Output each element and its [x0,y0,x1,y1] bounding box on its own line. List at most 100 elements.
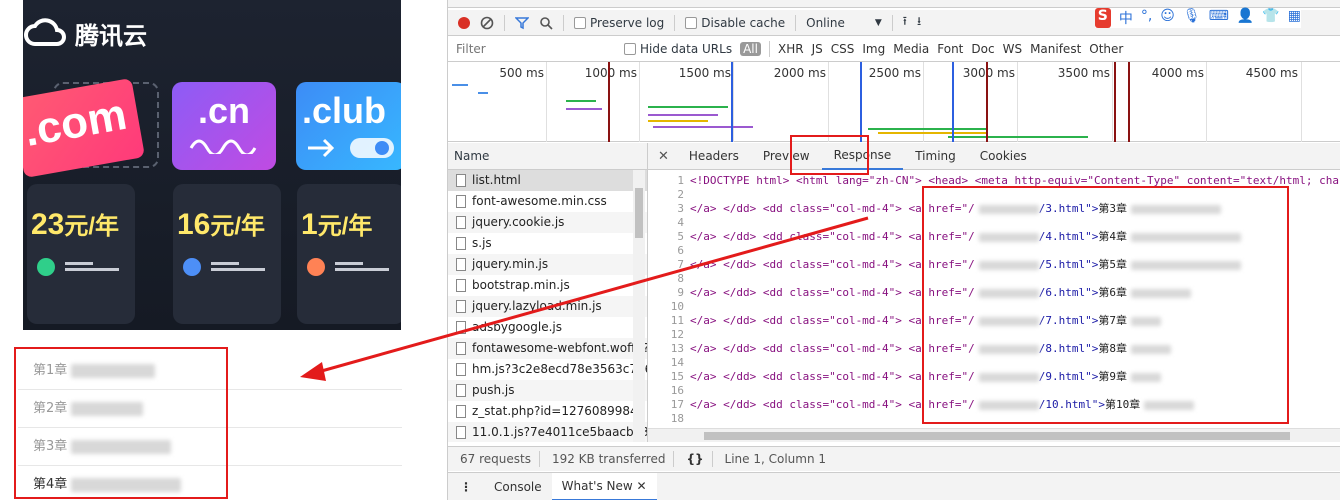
shirt-icon[interactable]: 👕 [1262,8,1279,28]
punctuation-icon[interactable]: °, [1141,8,1152,28]
timeline-tick: 3500 ms [1057,66,1110,80]
ad-banner[interactable]: 腾讯云 .com .cn .club 23元/年 16元/年 1元/年 [23,0,401,330]
detail-tabs: ✕ Headers Preview Response Timing Cookie… [648,143,1340,170]
domain-card-club: .club [296,82,401,170]
waterfall-bar [648,106,728,108]
type-filter-js[interactable]: JS [812,42,823,56]
type-filter-other[interactable]: Other [1089,42,1123,56]
ime-toolbar: S 中 °, ☺ 🎙 ⌨ 👤 👕 ▦ [1094,8,1301,28]
ime-mode-icon[interactable]: 中 [1119,8,1133,28]
microphone-icon[interactable]: 🎙 [1183,8,1201,28]
price-box: 1元/年 [297,184,401,324]
sogou-icon[interactable]: S [1094,8,1111,28]
dom-marker [860,62,862,142]
file-icon [456,195,466,208]
download-icon[interactable]: ⭳ [917,12,921,33]
type-filter-css[interactable]: CSS [831,42,855,56]
preserve-log-checkbox[interactable]: Preserve log [574,16,664,30]
timeline-tick: 2000 ms [773,66,826,80]
cursor-position: Line 1, Column 1 [724,452,827,466]
response-horizontal-scrollbar[interactable] [648,428,1340,442]
file-icon [456,258,466,271]
tab-headers[interactable]: Headers [677,143,751,170]
request-row[interactable]: jquery.cookie.js [448,212,647,233]
request-list-scrollbar[interactable] [633,170,645,442]
request-row[interactable]: jquery.lazyload.min.js [448,296,647,317]
request-row[interactable]: list.html [448,170,647,191]
filter-icon[interactable] [515,16,529,30]
request-row[interactable]: 11.0.1.js?7e4011ce5baacb0325 [448,422,647,442]
load-marker [986,62,988,142]
type-filter-font[interactable]: Font [937,42,963,56]
load-marker [1114,62,1116,142]
more-menu-icon[interactable]: ⋮ [448,480,484,494]
filter-input[interactable] [448,39,616,59]
pretty-print-icon[interactable]: {} [674,452,711,466]
request-row[interactable]: push.js [448,380,647,401]
timeline-tick: 4500 ms [1245,66,1298,80]
name-column-header[interactable]: Name [448,143,648,170]
keyboard-icon[interactable]: ⌨ [1209,8,1229,28]
clear-icon[interactable] [480,16,494,30]
line-numbers: 12 34 56 78 910 1112 1314 1516 1718 19 [670,174,684,428]
tab-timing[interactable]: Timing [903,143,968,170]
timeline-tick: 1000 ms [584,66,637,80]
type-filter-xhr[interactable]: XHR [778,42,804,56]
type-filter-ws[interactable]: WS [1003,42,1022,56]
request-count: 67 requests [460,452,531,466]
filter-bar: Hide data URLs All XHR JS CSS Img Media … [448,37,1340,62]
close-icon[interactable]: ✕ [637,479,647,493]
file-icon [456,384,466,397]
tab-cookies[interactable]: Cookies [968,143,1039,170]
wave-icon [189,139,257,154]
file-icon [456,174,466,187]
file-icon [456,405,466,418]
close-icon[interactable]: ✕ [648,149,677,164]
waterfall-bar [653,126,753,128]
request-row[interactable]: z_stat.php?id=1276089984 [448,401,647,422]
file-icon [456,216,466,229]
request-row[interactable]: font-awesome.min.css [448,191,647,212]
type-filter-img[interactable]: Img [862,42,885,56]
request-row[interactable]: s.js [448,233,647,254]
upload-icon[interactable]: ⭱ [903,12,907,33]
tab-console[interactable]: Console [484,474,552,500]
grid-icon[interactable]: ▦ [1288,8,1301,28]
request-row[interactable]: jquery.min.js [448,254,647,275]
type-filter-doc[interactable]: Doc [971,42,994,56]
type-filter-manifest[interactable]: Manifest [1030,42,1081,56]
load-marker [1128,62,1130,142]
dom-marker [731,62,733,142]
record-icon[interactable] [458,16,470,29]
file-icon [456,342,466,355]
type-filter-media[interactable]: Media [893,42,929,56]
hide-data-urls-checkbox[interactable]: Hide data URLs [624,42,732,56]
disable-cache-checkbox[interactable]: Disable cache [685,16,785,30]
request-row[interactable]: hm.js?3c2e8ecd78e3563c746c [448,359,647,380]
tab-whats-new[interactable]: What's New ✕ [551,472,657,500]
waterfall-bar [878,132,988,134]
waterfall-bar [648,114,718,116]
request-row[interactable]: bootstrap.min.js [448,275,647,296]
file-icon [456,426,466,439]
dot-icon [183,258,201,276]
waterfall-bar [566,100,596,102]
price-box: 23元/年 [27,184,135,324]
web-page: 腾讯云 .com .cn .club 23元/年 16元/年 1元/年 第1章 … [0,0,432,500]
timeline-overview[interactable]: 500 ms 1000 ms 1500 ms 2000 ms 2500 ms 3… [448,62,1340,142]
type-filter-all[interactable]: All [740,42,761,56]
file-icon [456,321,466,334]
throttle-select[interactable]: Online ▼ [806,16,882,30]
timeline-tick: 2500 ms [868,66,921,80]
devtools-main-tabs [448,0,1340,8]
waterfall-bar [948,136,1088,138]
brand-text: 腾讯云 [75,21,147,50]
request-row[interactable]: fontawesome-webfont.woff2?.. [448,338,647,359]
user-icon[interactable]: 👤 [1237,8,1254,28]
drawer-tabs: ⋮ Console What's New ✕ [448,472,1340,500]
search-icon[interactable] [539,16,553,30]
request-list: list.html font-awesome.min.css jquery.co… [448,170,648,442]
network-toolbar: Preserve log Disable cache Online ▼ ⭱ ⭳ … [448,8,1340,36]
request-row[interactable]: adsbygoogle.js [448,317,647,338]
emoji-icon[interactable]: ☺ [1160,8,1175,28]
